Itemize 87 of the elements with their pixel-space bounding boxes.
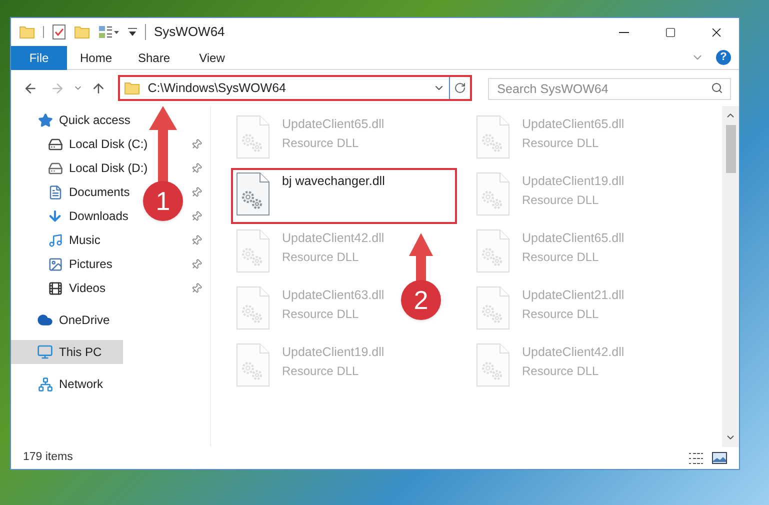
up-icon[interactable] — [90, 80, 106, 96]
star-icon — [38, 112, 52, 128]
refresh-icon[interactable] — [454, 82, 466, 94]
nav-label: Downloads — [69, 208, 128, 225]
nav-item[interactable]: Videos — [11, 276, 114, 300]
nav-label: Music — [69, 232, 100, 249]
dll-file-icon — [476, 115, 510, 159]
nav-label: Local Disk (D:) — [69, 160, 148, 177]
address-path: C:\Windows\SysWOW64 — [148, 80, 286, 97]
file-name: UpdateClient21.dll — [522, 287, 624, 304]
drive-icon — [48, 136, 62, 152]
nav-label: OneDrive — [59, 312, 110, 329]
file-type: Resource DLL — [522, 362, 600, 380]
file-name: bj wavechanger.dll — [282, 173, 385, 190]
dll-file-icon — [476, 229, 510, 273]
view-layout-icon — [98, 25, 120, 39]
file-name: UpdateClient65.dll — [522, 116, 624, 133]
address-field[interactable]: C:\Windows\SysWOW64 — [118, 75, 472, 101]
nav-item[interactable]: Downloads — [11, 204, 136, 228]
dll-file-icon — [476, 343, 510, 387]
nav-item[interactable]: This PC — [11, 340, 122, 364]
dll-file-icon — [476, 286, 510, 330]
large-icons-view-icon[interactable] — [712, 452, 727, 464]
nav-label: Network — [59, 376, 104, 393]
dll-file-icon — [236, 172, 270, 216]
search-icon — [711, 82, 724, 94]
nav-label: Local Disk (C:) — [69, 136, 148, 153]
back-icon[interactable] — [23, 80, 38, 96]
scrollbar[interactable] — [722, 106, 739, 447]
file-type: Resource DLL — [282, 248, 360, 266]
network-icon — [38, 376, 52, 392]
search-field[interactable]: Search SysWOW64 — [488, 78, 732, 100]
new-folder-icon — [74, 25, 90, 39]
folder-icon — [124, 81, 140, 95]
nav-label: This PC — [59, 344, 102, 361]
ribbon-tab[interactable]: Share — [125, 46, 183, 70]
dll-file-icon — [476, 172, 510, 216]
help-button[interactable]: ? — [716, 50, 731, 65]
scrollbar-thumb[interactable] — [726, 125, 736, 173]
details-view-icon[interactable] — [688, 452, 704, 464]
file-type: Resource DLL — [282, 306, 360, 323]
nav-item[interactable]: Documents — [11, 180, 138, 204]
ribbon-tab[interactable]: Home — [67, 46, 125, 70]
file-type: Resource DLL — [282, 134, 360, 152]
nav-label: Documents — [69, 184, 130, 201]
checklist-icon — [52, 24, 66, 40]
customize-caret-icon — [128, 28, 137, 36]
file-name: UpdateClient42.dll — [522, 344, 624, 361]
computer-icon — [37, 344, 53, 360]
ribbon-tab[interactable]: View — [183, 46, 241, 70]
file-name: UpdateClient19.dll — [282, 344, 384, 361]
nav-item[interactable]: Local Disk (D:) — [11, 156, 156, 180]
dll-file-icon — [236, 343, 270, 387]
nav-label: Quick access — [59, 112, 130, 129]
dll-file-icon — [236, 229, 270, 273]
ribbon-tab[interactable]: File — [11, 46, 67, 70]
nav-item[interactable]: Pictures — [11, 252, 120, 276]
folder-icon — [19, 25, 35, 39]
file-name: UpdateClient42.dll — [282, 230, 384, 247]
nav-label: Pictures — [69, 256, 112, 273]
file-type: Resource DLL — [522, 306, 600, 323]
nav-label: Videos — [69, 280, 106, 297]
nav-item[interactable]: Music — [11, 228, 108, 252]
file-name: UpdateClient63.dll — [282, 287, 384, 304]
dll-file-icon — [236, 286, 270, 330]
file-type: Resource DLL — [522, 134, 600, 152]
file-name: UpdateClient65.dll — [282, 116, 384, 133]
music-note-icon — [48, 232, 62, 248]
maximize-icon — [664, 26, 676, 38]
cloud-icon — [37, 312, 53, 328]
film-icon — [48, 280, 62, 296]
file-name: UpdateClient19.dll — [522, 173, 624, 190]
drive-icon — [48, 160, 62, 176]
window-title: SysWOW64 — [154, 23, 225, 42]
nav-item[interactable]: Network — [11, 372, 112, 396]
file-type: Resource DLL — [282, 362, 360, 380]
nav-item[interactable]: Local Disk (C:) — [11, 132, 156, 156]
dll-file-icon — [236, 115, 270, 159]
document-icon — [48, 184, 62, 200]
picture-icon — [48, 256, 62, 272]
file-name: UpdateClient65.dll — [522, 230, 624, 247]
item-count: 179 items — [23, 450, 73, 466]
file-item[interactable]: bj wavechanger.dll — [231, 168, 457, 224]
nav-item[interactable]: OneDrive — [11, 308, 118, 332]
nav-item[interactable]: Quick access — [11, 108, 138, 132]
file-type: Resource DLL — [522, 248, 600, 266]
file-type: Resource DLL — [522, 192, 600, 209]
